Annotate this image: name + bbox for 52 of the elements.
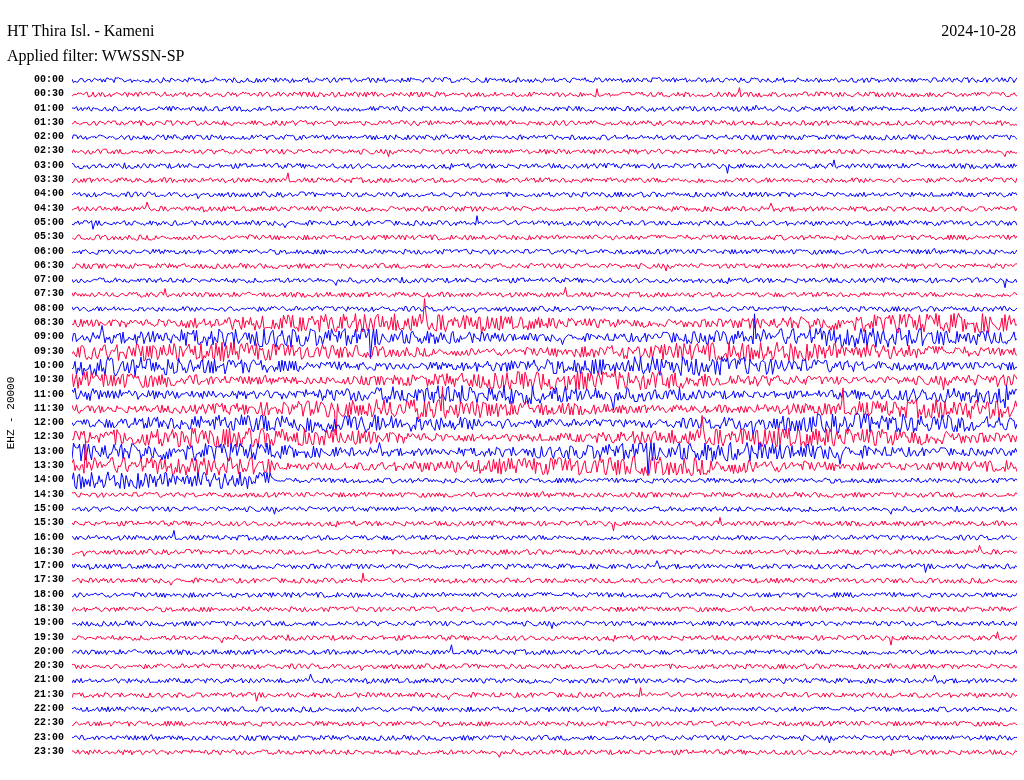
time-label: 14:00: [33, 473, 64, 488]
time-label: 19:30: [33, 630, 64, 645]
time-label: 01:30: [33, 115, 64, 130]
time-label: 10:00: [33, 358, 64, 373]
time-label: 12:30: [33, 430, 64, 445]
time-label: 01:00: [33, 101, 64, 116]
time-label: 21:00: [33, 673, 64, 688]
time-label: 09:00: [33, 330, 64, 345]
time-label: 06:30: [33, 258, 64, 273]
time-label: 07:00: [33, 273, 64, 288]
time-label: 12:00: [33, 416, 64, 431]
time-label: 13:00: [33, 444, 64, 459]
time-label: 10:30: [33, 373, 64, 388]
time-label: 03:00: [33, 158, 64, 173]
time-label: 21:30: [33, 687, 64, 702]
time-label: 23:30: [33, 744, 64, 759]
time-label: 16:00: [33, 530, 64, 545]
time-label: 19:00: [33, 616, 64, 631]
time-label: 17:30: [33, 573, 64, 588]
date-label: 2024-10-28: [941, 21, 1016, 41]
channel-label: EHZ - 20000: [5, 376, 17, 450]
time-label: 11:30: [33, 401, 64, 416]
time-label: 04:30: [33, 201, 64, 216]
time-label: 00:00: [33, 73, 64, 87]
time-label: 16:30: [33, 544, 64, 559]
time-label: 15:00: [33, 501, 64, 516]
time-label: 08:30: [33, 316, 64, 331]
time-label: 20:00: [33, 644, 64, 659]
time-label: 04:00: [33, 187, 64, 202]
station-title: HT Thira Isl. - Kameni: [7, 21, 155, 41]
time-label: 02:00: [33, 130, 64, 145]
time-label: 15:30: [33, 516, 64, 531]
time-label: 06:00: [33, 244, 64, 259]
time-label: 13:30: [33, 459, 64, 473]
time-label: 03:30: [33, 173, 64, 188]
time-label: 22:30: [33, 716, 64, 731]
time-label: 05:00: [33, 215, 64, 230]
time-label: 02:30: [33, 144, 64, 159]
filter-label: Applied filter: WWSSN-SP: [7, 46, 186, 67]
time-label: 22:00: [33, 702, 64, 717]
time-label: 18:30: [33, 602, 64, 616]
time-label: 14:30: [33, 487, 64, 502]
time-label: 23:00: [33, 730, 64, 745]
time-label: 17:00: [33, 559, 64, 574]
time-label: 18:00: [33, 587, 64, 602]
time-label: 20:30: [33, 659, 64, 674]
time-label: 05:30: [33, 230, 64, 245]
time-label: 07:30: [33, 287, 64, 302]
time-label: 09:30: [33, 344, 64, 359]
time-label: 00:30: [33, 87, 64, 102]
time-label: 11:00: [33, 387, 64, 402]
time-label: 08:00: [33, 301, 64, 316]
